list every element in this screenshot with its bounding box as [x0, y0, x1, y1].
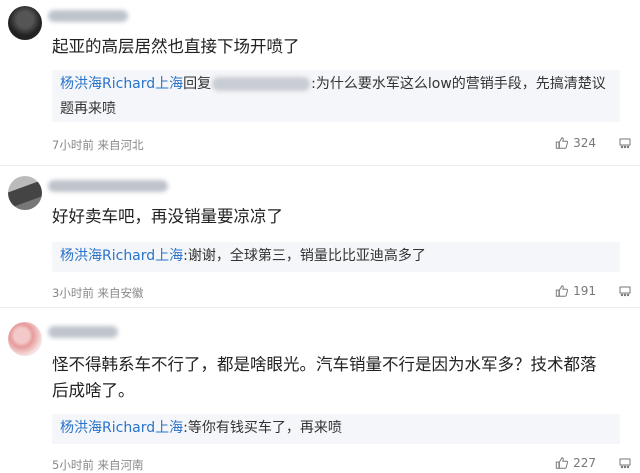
- comment-1: 起亚的高层居然也直接下场开喷了 杨洪海Richard上海回复:为什么要水军这么l…: [0, 0, 640, 165]
- comment-text: 好好卖车吧，再没销量要凉凉了: [52, 207, 283, 226]
- username-blurred[interactable]: [48, 10, 128, 22]
- like-count: 191: [573, 284, 596, 298]
- comment-3: 怪不得韩系车不行了，都是啥眼光。汽车销量不行是因为水军多？技术都落后成啥了。 杨…: [0, 308, 640, 472]
- like-button[interactable]: 191: [555, 284, 596, 298]
- comment-2: 好好卖车吧，再没销量要凉凉了 杨洪海Richard上海:谢谢，全球第三，销量比比…: [0, 166, 640, 306]
- avatar[interactable]: [8, 176, 42, 210]
- comment-meta: 5小时前 来自河南: [52, 458, 144, 472]
- thumbs-up-icon: [555, 457, 569, 469]
- comment-meta: 7小时前 来自河北: [52, 138, 144, 152]
- like-button[interactable]: 227: [555, 456, 596, 470]
- more-icon[interactable]: [618, 137, 632, 151]
- mention-blurred[interactable]: [212, 77, 311, 91]
- like-count: 324: [573, 136, 596, 150]
- username-blurred[interactable]: [48, 326, 118, 338]
- thumbs-up-icon: [555, 137, 569, 149]
- comment-meta: 3小时前 来自安徽: [52, 286, 144, 300]
- like-count: 227: [573, 456, 596, 470]
- like-button[interactable]: 324: [555, 136, 596, 150]
- reply-box: 杨洪海Richard上海回复:为什么要水军这么low的营销手段，先搞清楚议题再来…: [52, 70, 620, 122]
- avatar[interactable]: [8, 6, 42, 40]
- reply-verb: 回复: [183, 76, 212, 92]
- comment-text: 起亚的高层居然也直接下场开喷了: [52, 37, 300, 56]
- username-blurred[interactable]: [48, 180, 168, 192]
- more-icon[interactable]: [618, 285, 632, 299]
- reply-text: :谢谢，全球第三，销量比比亚迪高多了: [183, 248, 426, 264]
- reply-author-link[interactable]: 杨洪海Richard上海: [60, 248, 183, 264]
- reply-author-link[interactable]: 杨洪海Richard上海: [60, 76, 183, 92]
- avatar[interactable]: [8, 322, 42, 356]
- thumbs-up-icon: [555, 285, 569, 297]
- comment-text: 怪不得韩系车不行了，都是啥眼光。汽车销量不行是因为水军多？技术都落后成啥了。: [52, 355, 597, 400]
- reply-text: :等你有钱买车了，再来喷: [183, 420, 342, 436]
- reply-author-link[interactable]: 杨洪海Richard上海: [60, 420, 183, 436]
- reply-box: 杨洪海Richard上海:谢谢，全球第三，销量比比亚迪高多了: [52, 242, 620, 272]
- reply-box: 杨洪海Richard上海:等你有钱买车了，再来喷: [52, 414, 620, 444]
